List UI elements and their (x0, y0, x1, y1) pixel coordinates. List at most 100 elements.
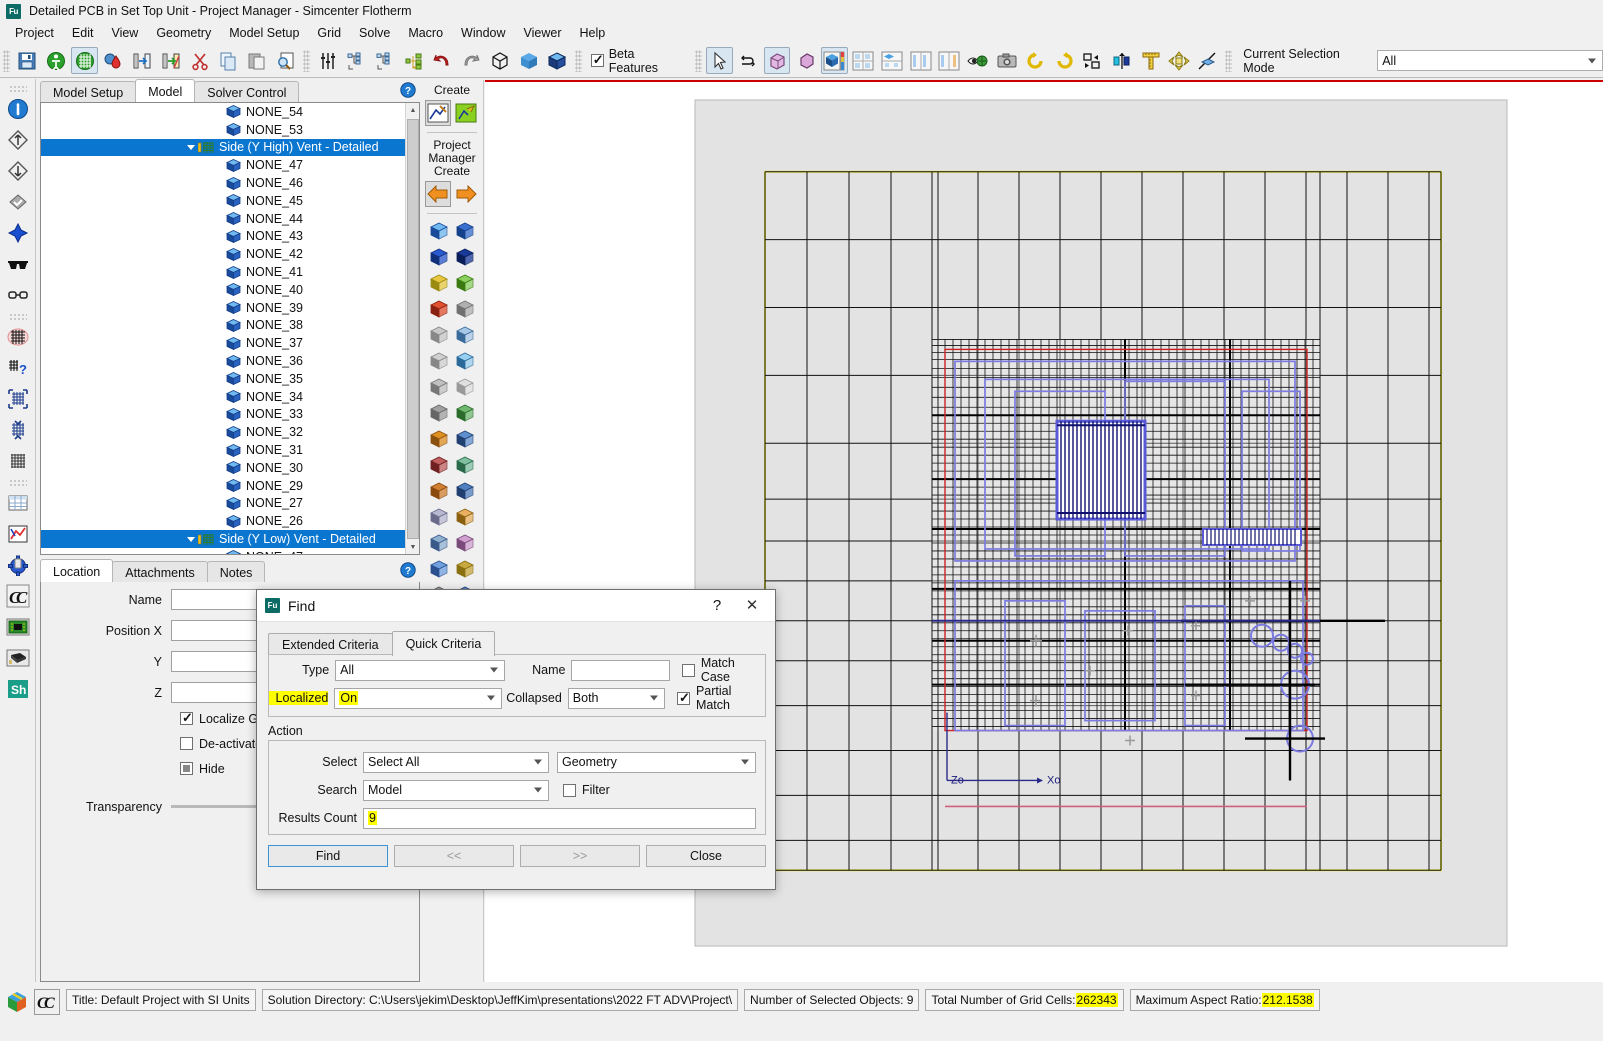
heatsink-icon[interactable] (452, 504, 478, 530)
menu-item-geometry[interactable]: Geometry (147, 24, 220, 42)
tree-node[interactable]: NONE_53 (41, 121, 405, 139)
collapsed-combo[interactable]: Both (568, 688, 665, 709)
info-icon[interactable] (3, 94, 33, 124)
solid-cube-blue-icon[interactable] (515, 47, 542, 74)
export-grid-icon[interactable] (158, 47, 185, 74)
tree-expand-icon[interactable] (372, 47, 399, 74)
polygon-icon[interactable] (452, 244, 478, 270)
diamond-icon[interactable] (452, 322, 478, 348)
image-icon[interactable] (453, 100, 479, 126)
grid-constrain-icon[interactable] (3, 384, 33, 414)
menu-item-viewer[interactable]: Viewer (515, 24, 571, 42)
filter-check-box[interactable] (563, 784, 576, 797)
tree-node[interactable]: NONE_54 (41, 103, 405, 121)
menu-item-project[interactable]: Project (6, 24, 63, 42)
tab-attachments[interactable]: Attachments (112, 561, 207, 582)
match-case-checkbox[interactable]: Match Case (682, 656, 765, 684)
dual-pane-icon[interactable] (936, 47, 963, 74)
chip-icon[interactable] (3, 643, 33, 673)
diamond-blue-icon[interactable] (3, 218, 33, 248)
tree-help-icon[interactable]: ? (400, 82, 416, 98)
tab-solver-control[interactable]: Solver Control (194, 81, 299, 102)
cube3d-icon[interactable] (452, 556, 478, 582)
tree-node[interactable]: Side (Y High) Vent - Detailed (41, 139, 405, 157)
sh-icon[interactable]: Sh (3, 674, 33, 704)
localized-combo[interactable]: On (334, 688, 502, 709)
scroll-down-arrow[interactable]: ▼ (406, 540, 420, 554)
grid-red-icon[interactable] (3, 322, 33, 352)
tab-location[interactable]: Location (40, 559, 113, 582)
grid-snap-icon[interactable] (3, 415, 33, 445)
arrow-right-icon[interactable] (453, 181, 479, 207)
tree-node[interactable]: NONE_34 (41, 388, 405, 406)
filter-checkbox[interactable]: Filter (563, 783, 610, 797)
toolbar-grip-3[interactable] (575, 50, 582, 72)
run-green-icon[interactable] (43, 47, 70, 74)
cc-status-icon[interactable]: CC (34, 989, 60, 1015)
measure-icon[interactable] (1137, 47, 1164, 74)
grid-question-icon[interactable]: ? (3, 353, 33, 383)
box-filled-icon[interactable] (792, 47, 819, 74)
tree-node[interactable]: NONE_47 (41, 156, 405, 174)
source-icon[interactable] (452, 400, 478, 426)
find-tab-quick-criteria[interactable]: Quick Criteria (392, 631, 496, 656)
tab-notes[interactable]: Notes (207, 561, 266, 582)
sketch-icon[interactable] (425, 100, 451, 126)
network-icon[interactable] (452, 348, 478, 374)
flow-icon[interactable] (426, 452, 452, 478)
find-tab-extended-criteria[interactable]: Extended Criteria (268, 633, 393, 656)
tree-node[interactable]: NONE_46 (41, 174, 405, 192)
solid-icon[interactable] (452, 530, 478, 556)
tree-node[interactable]: NONE_30 (41, 459, 405, 477)
sunglasses-icon[interactable] (3, 249, 33, 279)
cylinder-icon[interactable] (426, 374, 452, 400)
sliders-icon[interactable] (314, 47, 341, 74)
enclosure-icon[interactable] (426, 270, 452, 296)
menu-item-solve[interactable]: Solve (350, 24, 399, 42)
tree-node[interactable]: NONE_36 (41, 352, 405, 370)
tree-scrollbar[interactable]: ▲ ▼ (405, 103, 419, 554)
name-input[interactable] (571, 660, 669, 681)
run-grid-green-icon[interactable] (71, 47, 98, 74)
chevron-down-icon[interactable] (184, 145, 198, 150)
tree-node[interactable]: Side (Y Low) Vent - Detailed (41, 530, 405, 548)
glasses-icon[interactable] (3, 280, 33, 310)
toolbar-grip-4[interactable] (695, 50, 702, 72)
partial-match-checkbox[interactable]: Partial Match (677, 684, 765, 712)
box-outline-icon[interactable] (764, 47, 791, 74)
menu-item-macro[interactable]: Macro (399, 24, 452, 42)
materials-icon[interactable] (100, 47, 127, 74)
panel-icon[interactable] (426, 348, 452, 374)
model-tree[interactable]: NONE_54NONE_53Side (Y High) Vent - Detai… (40, 102, 420, 555)
import-grid-icon[interactable] (129, 47, 156, 74)
search-combo[interactable]: Model (363, 780, 549, 801)
collapsed-icon[interactable] (426, 400, 452, 426)
checkbox[interactable] (180, 762, 193, 775)
tree-node[interactable]: NONE_26 (41, 512, 405, 530)
tree-collapse-icon[interactable] (343, 47, 370, 74)
tree-node[interactable]: NONE_37 (41, 334, 405, 352)
attach-icon[interactable] (426, 556, 452, 582)
resistance-icon[interactable] (426, 478, 452, 504)
chevron-down-icon[interactable] (184, 537, 198, 542)
toolbar-grip-2[interactable] (303, 50, 310, 72)
thermostat-icon[interactable] (426, 504, 452, 530)
cc-icon[interactable]: CC (3, 581, 33, 611)
find-dialog[interactable]: Fu Find ? ✕ Extended CriteriaQuick Crite… (256, 589, 776, 890)
menu-item-window[interactable]: Window (452, 24, 514, 42)
pcb-green-icon[interactable] (3, 612, 33, 642)
move-icon[interactable] (1166, 47, 1193, 74)
center-icon[interactable] (1108, 47, 1135, 74)
split-view-icon[interactable] (879, 47, 906, 74)
pump-icon[interactable] (452, 452, 478, 478)
plate-icon[interactable] (426, 322, 452, 348)
rail-grip[interactable] (9, 85, 27, 92)
blower-icon[interactable] (452, 478, 478, 504)
tile-view-icon[interactable] (850, 47, 877, 74)
pointer-icon[interactable] (706, 47, 733, 74)
select-combo[interactable]: Select All (363, 752, 549, 773)
close-icon[interactable]: ✕ (739, 595, 765, 617)
wedge-icon[interactable] (452, 218, 478, 244)
tree-node[interactable]: NONE_27 (41, 495, 405, 513)
pcb-icon[interactable] (452, 270, 478, 296)
